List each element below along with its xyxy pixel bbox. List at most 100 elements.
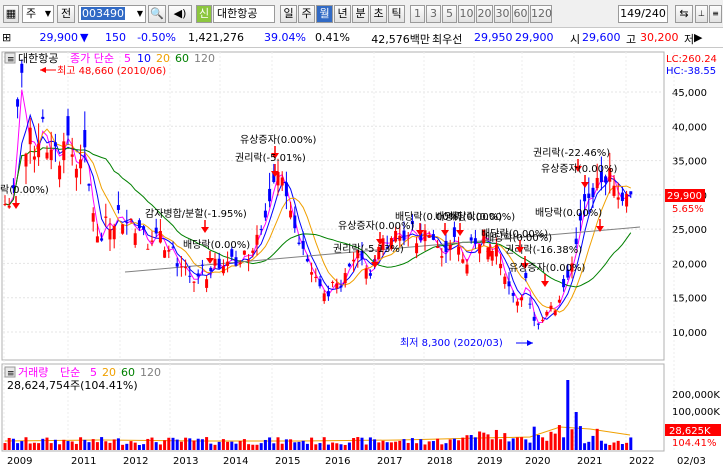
pin-icon[interactable]: ⊥ (695, 5, 708, 23)
interval-button-1[interactable]: 1 (410, 5, 425, 23)
candle-body[interactable] (3, 204, 7, 205)
candle-body[interactable] (301, 240, 305, 249)
candle-body[interactable] (545, 311, 549, 316)
toggle-icon[interactable]: ⇆ (675, 5, 693, 23)
candle-body[interactable] (541, 319, 545, 321)
candle-body[interactable] (331, 281, 335, 283)
candle-body[interactable] (74, 168, 78, 178)
candle-body[interactable] (154, 227, 158, 234)
candle-body[interactable] (583, 194, 587, 202)
candle-body[interactable] (184, 267, 188, 269)
volume-legend-toggle-icon[interactable]: ≡ (7, 369, 15, 379)
candle-body[interactable] (70, 154, 74, 157)
candle-body[interactable] (587, 193, 591, 199)
candle-body[interactable] (16, 99, 20, 107)
candle-body[interactable] (251, 250, 255, 253)
candle-body[interactable] (209, 267, 213, 272)
candle-body[interactable] (574, 238, 578, 244)
interval-button-5[interactable]: 5 (442, 5, 457, 23)
candle-body[interactable] (406, 235, 410, 237)
candle-body[interactable] (520, 297, 524, 301)
candle-body[interactable] (604, 176, 608, 183)
candle-body[interactable] (213, 258, 217, 266)
candle-body[interactable] (343, 273, 347, 284)
candle-body[interactable] (427, 235, 431, 238)
candle-body[interactable] (616, 197, 620, 200)
candle-body[interactable] (125, 221, 129, 223)
candle-body[interactable] (116, 205, 120, 210)
candle-body[interactable] (620, 192, 624, 202)
candle-body[interactable] (322, 293, 326, 302)
candle-body[interactable] (444, 240, 448, 252)
candle-body[interactable] (284, 182, 288, 197)
candle-body[interactable] (32, 156, 36, 160)
candle-body[interactable] (461, 259, 465, 263)
period-button-5[interactable]: 초 (370, 5, 387, 23)
candle-body[interactable] (28, 127, 32, 145)
period-button-4[interactable]: 분 (352, 5, 369, 23)
candle-body[interactable] (465, 264, 469, 274)
interval-button-20[interactable]: 20 (476, 5, 493, 23)
candle-body[interactable] (591, 187, 595, 198)
candle-body[interactable] (431, 234, 435, 240)
candle-body[interactable] (226, 261, 230, 266)
candle-body[interactable] (293, 215, 297, 229)
candle-body[interactable] (478, 244, 482, 254)
market-select[interactable]: 주 ▼ (22, 5, 54, 23)
candle-body[interactable] (507, 281, 511, 287)
candle-body[interactable] (280, 177, 284, 186)
candle-body[interactable] (175, 263, 179, 267)
candle-body[interactable] (494, 244, 498, 257)
candle-body[interactable] (515, 301, 519, 306)
candle-body[interactable] (247, 260, 251, 262)
stock-code-input[interactable]: 003490 ▼ (78, 5, 146, 23)
candle-body[interactable] (79, 159, 83, 169)
candle-body[interactable] (150, 240, 154, 242)
candle-body[interactable] (394, 230, 398, 242)
candle-body[interactable] (142, 226, 146, 230)
candle-body[interactable] (549, 305, 553, 310)
candle-body[interactable] (158, 230, 162, 243)
candle-body[interactable] (532, 316, 536, 321)
candlestick-chart[interactable]: 45,00040,00035,00030,00025,00020,00015,0… (0, 49, 723, 469)
candle-body[interactable] (268, 188, 272, 202)
candle-body[interactable] (528, 303, 532, 305)
candle-body[interactable] (625, 193, 629, 207)
candle-body[interactable] (95, 236, 99, 243)
candle-body[interactable] (49, 149, 53, 161)
candle-body[interactable] (452, 227, 456, 237)
interval-button-60[interactable]: 60 (512, 5, 529, 23)
interval-button-10[interactable]: 10 (458, 5, 475, 23)
candle-body[interactable] (20, 63, 24, 73)
candle-body[interactable] (133, 233, 137, 245)
interval-button-120[interactable]: 120 (530, 5, 552, 23)
interval-button-3[interactable]: 3 (426, 5, 441, 23)
candle-body[interactable] (364, 268, 368, 279)
candle-body[interactable] (499, 263, 503, 269)
candle-body[interactable] (104, 216, 108, 218)
period-button-2[interactable]: 월 (316, 5, 333, 23)
grid-icon[interactable]: ▦ (3, 5, 19, 23)
period-button-1[interactable]: 주 (298, 5, 315, 23)
period-button-0[interactable]: 일 (280, 5, 297, 23)
candle-body[interactable] (221, 266, 225, 274)
candle-body[interactable] (188, 275, 192, 277)
candle-body[interactable] (469, 237, 473, 241)
candle-body[interactable] (310, 272, 314, 275)
candle-body[interactable] (347, 263, 351, 267)
candle-body[interactable] (196, 273, 200, 277)
candle-body[interactable] (66, 116, 70, 136)
period-prefix-button[interactable]: 전 (57, 5, 75, 23)
period-button-3[interactable]: 년 (334, 5, 351, 23)
candle-body[interactable] (436, 246, 440, 248)
candle-body[interactable] (318, 279, 322, 287)
candle-body[interactable] (53, 142, 57, 147)
candle-body[interactable] (263, 210, 267, 218)
candle-body[interactable] (415, 243, 419, 254)
candle-body[interactable] (112, 225, 116, 240)
candle-body[interactable] (45, 152, 49, 159)
candle-body[interactable] (179, 266, 183, 268)
scroll-right-icon[interactable]: ▶ (694, 31, 702, 44)
candle-body[interactable] (100, 238, 104, 241)
candle-body[interactable] (171, 246, 175, 248)
